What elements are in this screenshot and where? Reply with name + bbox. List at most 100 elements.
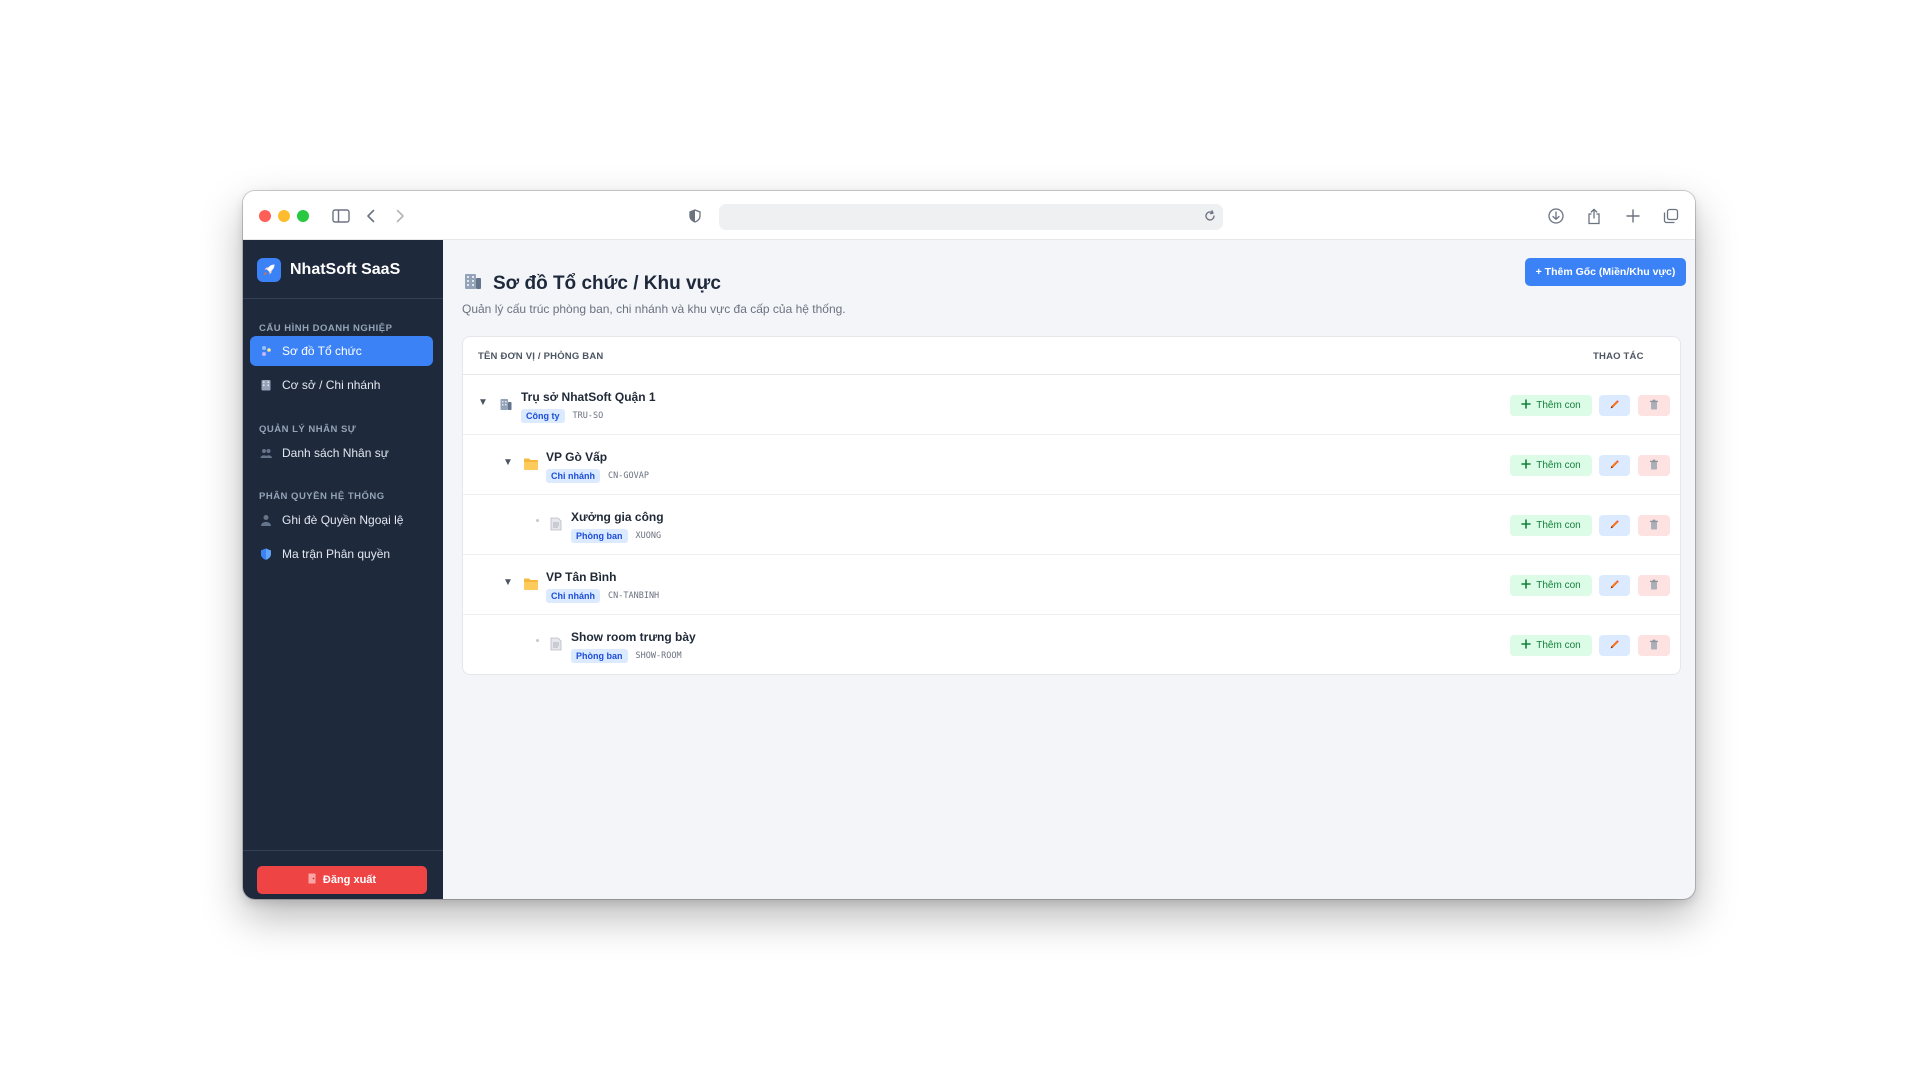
- unit-name[interactable]: Trụ sở NhatSoft Quận 1: [521, 390, 656, 404]
- delete-button[interactable]: [1638, 515, 1670, 536]
- building-icon: [498, 396, 514, 412]
- sidebar-item-permission-matrix[interactable]: Ma trận Phân quyền: [250, 539, 433, 569]
- add-child-button[interactable]: Thêm con: [1510, 635, 1592, 656]
- delete-button[interactable]: [1638, 575, 1670, 596]
- collapse-toggle-icon[interactable]: ▼: [477, 397, 489, 408]
- maximize-window-button[interactable]: [297, 210, 309, 222]
- sidebar-item-branches[interactable]: Cơ sở / Chi nhánh: [250, 370, 433, 400]
- delete-button[interactable]: [1638, 395, 1670, 416]
- forward-icon[interactable]: [388, 204, 412, 228]
- table-header: TÊN ĐƠN VỊ / PHÒNG BAN THAO TÁC: [463, 337, 1680, 375]
- unit-name[interactable]: Xưởng gia công: [571, 510, 664, 524]
- sidebar-item-label: Cơ sở / Chi nhánh: [282, 378, 381, 392]
- collapse-toggle-icon[interactable]: ▼: [502, 457, 514, 468]
- browser-toolbar: [243, 191, 1695, 240]
- trash-icon: [1649, 637, 1659, 655]
- column-header-name: TÊN ĐƠN VỊ / PHÒNG BAN: [478, 351, 604, 362]
- tree-row: Show room trưng bày Phòng ban SHOW-ROOM …: [463, 615, 1680, 674]
- unit-type-badge: Phòng ban: [571, 649, 628, 663]
- sidebar-item-employees[interactable]: Danh sách Nhân sự: [250, 438, 433, 468]
- unit-name[interactable]: VP Tân Bình: [546, 570, 616, 584]
- pencil-icon: [1609, 517, 1620, 535]
- document-icon: [548, 636, 564, 652]
- edit-button[interactable]: [1599, 395, 1630, 416]
- page-header: Sơ đồ Tổ chức / Khu vực: [463, 271, 721, 296]
- trash-icon: [1649, 517, 1659, 535]
- add-root-button[interactable]: + Thêm Gốc (Miền/Khu vực): [1525, 258, 1686, 286]
- column-header-actions: THAO TÁC: [1593, 351, 1644, 362]
- add-child-label: Thêm con: [1536, 580, 1581, 591]
- privacy-shield-icon[interactable]: [683, 204, 707, 228]
- unit-name[interactable]: VP Gò Vấp: [546, 450, 607, 464]
- unit-name[interactable]: Show room trưng bày: [571, 630, 696, 644]
- sidebar: NhatSoft SaaS CẤU HÌNH DOANH NGHIỆP Sơ đ…: [243, 240, 443, 899]
- edit-button[interactable]: [1599, 635, 1630, 656]
- collapse-toggle-icon[interactable]: ▼: [502, 577, 514, 588]
- address-bar[interactable]: [719, 204, 1223, 230]
- brand[interactable]: NhatSoft SaaS: [257, 258, 400, 282]
- brand-name: NhatSoft SaaS: [290, 261, 401, 278]
- unit-meta: Công ty TRU-SO: [521, 409, 603, 423]
- add-child-label: Thêm con: [1536, 640, 1581, 651]
- edit-button[interactable]: [1599, 455, 1630, 476]
- trash-icon: [1649, 397, 1659, 415]
- share-icon[interactable]: [1582, 204, 1606, 228]
- section-title-permissions: PHÂN QUYỀN HỆ THỐNG: [259, 491, 385, 502]
- org-tree-table: TÊN ĐƠN VỊ / PHÒNG BAN THAO TÁC ▼ Trụ sở…: [462, 336, 1681, 675]
- unit-meta: Chi nhánh CN-TANBINH: [546, 589, 659, 603]
- back-icon[interactable]: [359, 204, 383, 228]
- tree-row: Xưởng gia công Phòng ban XUONG Thêm con: [463, 495, 1680, 555]
- sidebar-item-permission-override[interactable]: Ghi đè Quyền Ngoại lệ: [250, 505, 433, 535]
- sidebar-toggle-icon[interactable]: [329, 204, 353, 228]
- leaf-bullet-icon: [536, 639, 539, 642]
- new-tab-icon[interactable]: [1621, 204, 1645, 228]
- folder-icon: [523, 456, 539, 472]
- pencil-icon: [1609, 457, 1620, 475]
- unit-meta: Phòng ban SHOW-ROOM: [571, 649, 682, 663]
- plus-icon: [1521, 639, 1532, 652]
- sidebar-item-label: Danh sách Nhân sự: [282, 446, 389, 460]
- section-title-business-config: CẤU HÌNH DOANH NGHIỆP: [259, 323, 393, 334]
- reload-icon[interactable]: [1203, 209, 1217, 228]
- pencil-icon: [1609, 397, 1620, 415]
- add-child-button[interactable]: Thêm con: [1510, 515, 1592, 536]
- download-icon[interactable]: [1544, 204, 1568, 228]
- leaf-bullet-icon: [536, 519, 539, 522]
- plus-icon: [1521, 399, 1532, 412]
- sidebar-item-org-chart[interactable]: Sơ đồ Tổ chức: [250, 336, 433, 366]
- unit-code: CN-GOVAP: [608, 471, 649, 481]
- tree-row: ▼ Trụ sở NhatSoft Quận 1 Công ty TRU-SO …: [463, 375, 1680, 435]
- close-window-button[interactable]: [259, 210, 271, 222]
- add-child-button[interactable]: Thêm con: [1510, 575, 1592, 596]
- document-icon: [548, 516, 564, 532]
- unit-code: TRU-SO: [572, 411, 604, 421]
- edit-button[interactable]: [1599, 515, 1630, 536]
- door-icon: [308, 873, 316, 887]
- add-child-button[interactable]: Thêm con: [1510, 455, 1592, 476]
- rocket-icon: [257, 258, 281, 282]
- logout-button[interactable]: Đăng xuất: [257, 866, 427, 894]
- building-icon: [463, 271, 483, 296]
- main-content: Sơ đồ Tổ chức / Khu vực Quản lý cấu trúc…: [443, 240, 1695, 899]
- add-child-label: Thêm con: [1536, 520, 1581, 531]
- unit-type-badge: Chi nhánh: [546, 469, 600, 483]
- unit-meta: Chi nhánh CN-GOVAP: [546, 469, 649, 483]
- edit-button[interactable]: [1599, 575, 1630, 596]
- tab-overview-icon[interactable]: [1659, 204, 1683, 228]
- unit-code: CN-TANBINH: [608, 591, 660, 601]
- tree-row: ▼ VP Gò Vấp Chi nhánh CN-GOVAP Thêm con: [463, 435, 1680, 495]
- trash-icon: [1649, 577, 1659, 595]
- people-icon: [260, 447, 272, 459]
- trash-icon: [1649, 457, 1659, 475]
- add-child-label: Thêm con: [1536, 400, 1581, 411]
- minimize-window-button[interactable]: [278, 210, 290, 222]
- delete-button[interactable]: [1638, 455, 1670, 476]
- user-icon: [260, 514, 272, 526]
- page-title: Sơ đồ Tổ chức / Khu vực: [493, 272, 721, 294]
- delete-button[interactable]: [1638, 635, 1670, 656]
- pencil-icon: [1609, 637, 1620, 655]
- unit-code: XUONG: [635, 531, 662, 541]
- add-child-button[interactable]: Thêm con: [1510, 395, 1592, 416]
- sidebar-item-label: Ghi đè Quyền Ngoại lệ: [282, 513, 404, 527]
- plus-icon: [1521, 579, 1532, 592]
